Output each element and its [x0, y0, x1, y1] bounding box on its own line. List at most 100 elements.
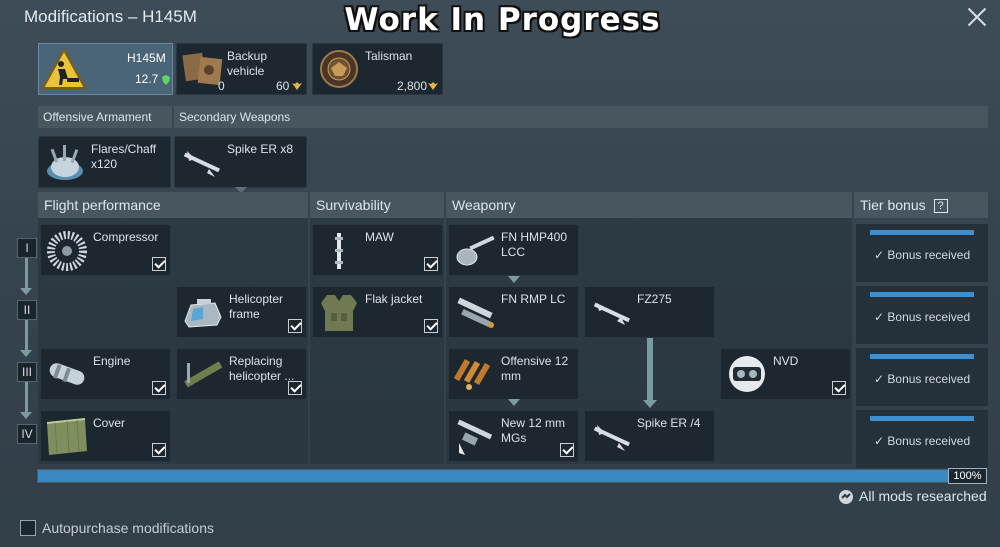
tier-badge-1: I	[17, 238, 37, 258]
shield-icon	[162, 75, 170, 85]
overlay-title: Work In Progress	[344, 2, 661, 38]
backup-count: 0	[218, 79, 225, 93]
tier-connector	[25, 320, 28, 352]
mod-new-12mm-mgs[interactable]: New 12 mm MGs	[448, 410, 579, 462]
rocket-gun-pod-icon	[457, 297, 494, 328]
machine-gun-icon	[457, 419, 493, 455]
mod-compressor-label: Compressor	[93, 230, 159, 244]
researched-checkbox	[560, 443, 574, 457]
mod-cover-label: Cover	[93, 416, 126, 430]
talisman-icon	[320, 50, 358, 88]
tier-bonus-cell-1: ✓ Bonus received	[856, 224, 988, 282]
tier-connector	[25, 258, 28, 290]
mod-spike-er-x8[interactable]: Spike ER x8	[174, 136, 307, 188]
tier-arrow-icon	[20, 350, 32, 357]
mod-nvd[interactable]: NVD	[720, 348, 851, 400]
backup-vehicle-label: Backup vehicle	[227, 49, 268, 78]
bonus-progress-bar	[870, 292, 974, 297]
researched-checkbox	[288, 381, 302, 395]
tier-arrow-icon	[20, 412, 32, 419]
autopurchase-checkbox[interactable]	[20, 520, 36, 536]
mod-replacing-helicopter[interactable]: Replacing helicopter ...	[176, 348, 307, 400]
tier-bonus-cell-2: ✓ Bonus received	[856, 286, 988, 344]
autopurchase-label: Autopurchase modifications	[42, 520, 214, 536]
tier-bonus-cell-3: ✓ Bonus received	[856, 348, 988, 406]
rotor-blade-icon	[184, 361, 223, 388]
gun-pod-icon	[456, 235, 495, 266]
vehicle-card[interactable]: H145M 12.7	[38, 43, 173, 95]
mod-new-12mm-mgs-label: New 12 mm MGs	[501, 416, 566, 445]
talisman-card[interactable]: Talisman 2,800	[312, 43, 443, 95]
tier-bonus-header: Tier bonus ?	[854, 192, 988, 218]
talisman-price: 2,800	[397, 79, 428, 93]
tier-bonus-cell-4: ✓ Bonus received	[856, 410, 988, 468]
mod-fn-rmp-lc-label: FN RMP LC	[501, 292, 566, 306]
dependency-line	[647, 338, 653, 402]
missile-icon	[183, 151, 220, 177]
mod-maw[interactable]: MAW	[312, 224, 443, 276]
vehicle-name: H145M	[127, 51, 166, 65]
mod-fn-hmp400[interactable]: FN HMP400 LCC	[448, 224, 579, 276]
mod-fz275-label: FZ275	[637, 292, 672, 306]
tier-bonus-label: Tier bonus	[860, 197, 926, 213]
researched-checkbox	[152, 257, 166, 271]
researched-checkbox	[424, 319, 438, 333]
tier-badge-2: II	[17, 300, 37, 320]
flight-performance-header: Flight performance	[38, 192, 308, 218]
bonus-received-text: ✓ Bonus received	[874, 248, 971, 262]
bonus-progress-bar	[870, 354, 974, 359]
research-progress-percent: 100%	[948, 468, 987, 484]
golden-eagle-icon	[292, 82, 302, 90]
mod-replacing-helicopter-label: Replacing helicopter ...	[229, 354, 295, 383]
golden-eagle-icon	[428, 82, 438, 90]
mod-nvd-label: NVD	[773, 354, 799, 368]
tier-badge-4: IV	[17, 424, 37, 444]
bonus-received-text: ✓ Bonus received	[874, 434, 971, 448]
vehicle-br: 12.7	[135, 72, 159, 86]
dependency-arrow-icon	[643, 400, 657, 408]
mod-compressor[interactable]: Compressor	[40, 224, 171, 276]
dependency-arrow-icon	[508, 399, 520, 406]
maw-sensor-icon	[335, 233, 343, 269]
check-icon: ✓	[874, 372, 885, 386]
mod-helicopter-frame[interactable]: Helicopter frame	[176, 286, 307, 338]
mod-spike-er-4[interactable]: Spike ER /4	[584, 410, 715, 462]
bonus-progress-bar	[870, 230, 974, 235]
talisman-label: Talisman	[365, 49, 413, 63]
mod-fn-rmp-lc[interactable]: FN RMP LC	[448, 286, 579, 338]
flak-jacket-icon	[321, 295, 357, 331]
check-icon: ✓	[874, 434, 885, 448]
mod-flares-chaff[interactable]: Flares/Chaff x120	[38, 136, 171, 188]
help-icon[interactable]: ?	[933, 199, 948, 213]
mod-engine[interactable]: Engine	[40, 348, 171, 400]
offensive-armament-header: Offensive Armament	[38, 106, 172, 128]
backup-vehicle-card[interactable]: Backup vehicle 0 60	[176, 43, 307, 95]
research-progress-fill	[38, 470, 986, 482]
mod-fn-hmp400-label: FN HMP400 LCC	[501, 230, 568, 259]
mod-flak-jacket[interactable]: Flak jacket	[312, 286, 443, 338]
close-button[interactable]	[966, 6, 988, 28]
mod-offensive-12mm[interactable]: Offensive 12 mm	[448, 348, 579, 400]
researched-checkbox	[152, 381, 166, 395]
rocket-icon	[593, 302, 630, 325]
cover-icon	[46, 418, 87, 455]
researched-checkbox	[424, 257, 438, 271]
repair-warning-icon	[41, 48, 87, 89]
mod-fz275[interactable]: FZ275	[584, 286, 715, 338]
weaponry-header: Weaponry	[446, 192, 852, 218]
secondary-weapons-header: Secondary Weapons	[174, 106, 988, 128]
bonus-progress-bar	[870, 416, 974, 421]
tier-connector	[25, 382, 28, 414]
missile-icon	[593, 425, 630, 451]
research-status-icon	[839, 490, 853, 504]
mod-flak-jacket-label: Flak jacket	[365, 292, 423, 306]
mod-spike-er-4-label: Spike ER /4	[637, 416, 701, 430]
researched-checkbox	[152, 443, 166, 457]
backup-price: 60	[276, 79, 290, 93]
mod-cover[interactable]: Cover	[40, 410, 171, 462]
check-icon: ✓	[874, 310, 885, 324]
ammo-belt-icon	[453, 358, 491, 390]
research-progress-bar	[37, 469, 987, 483]
dependency-arrow-icon	[508, 276, 520, 283]
mod-flares-label: Flares/Chaff x120	[91, 142, 157, 171]
